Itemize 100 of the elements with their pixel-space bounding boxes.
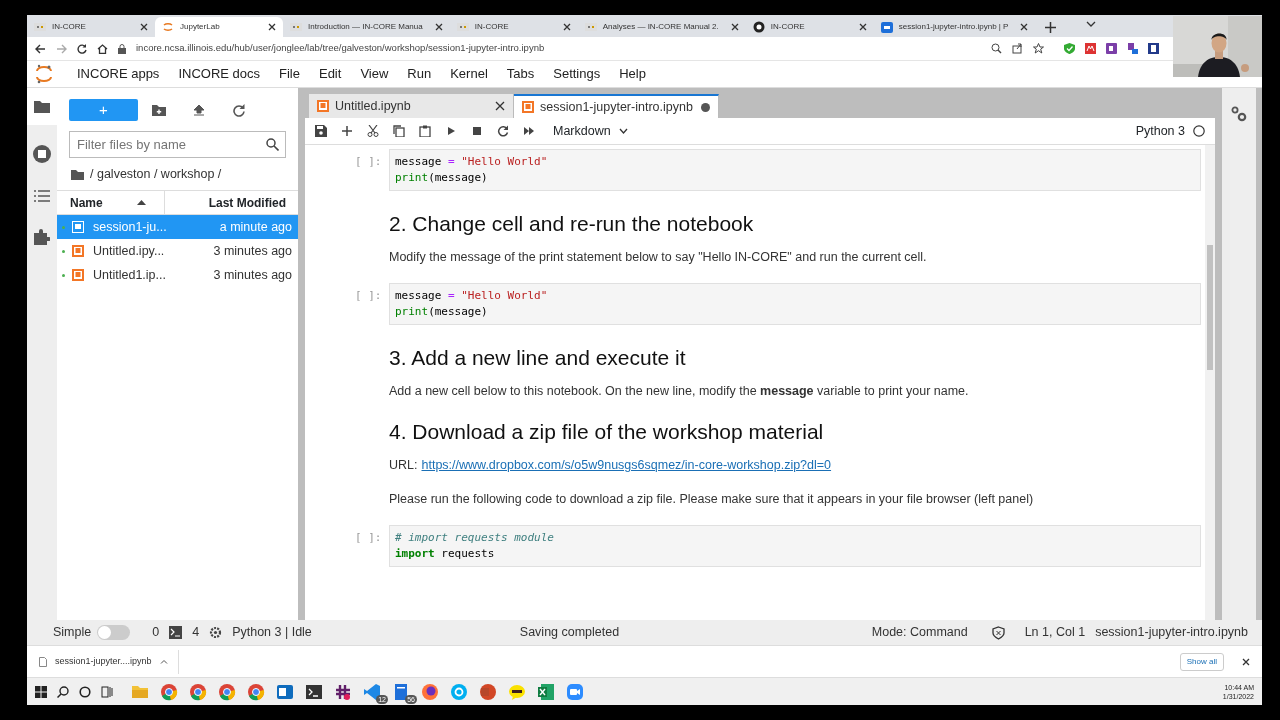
simple-toggle[interactable] [97,625,131,640]
hash-icon[interactable] [334,682,352,701]
plus-icon[interactable] [341,125,353,137]
plus-icon[interactable] [1045,21,1057,33]
page-icon [584,22,597,32]
file-row[interactable]: Untitled1.ip... 3 minutes ago [57,263,298,287]
browser-tab[interactable]: IN-CORE [745,17,874,37]
video-camera-icon[interactable] [566,682,584,701]
menu-item[interactable]: Run [407,64,432,84]
search-icon [266,138,279,151]
new-folder-icon[interactable] [152,103,166,117]
folder-icon[interactable] [71,168,84,180]
code-cell[interactable]: message = "Hello World" print(message) [389,283,1201,325]
spreadsheet-icon[interactable] [537,682,555,701]
puzzle-icon[interactable] [34,229,50,245]
home-icon[interactable] [97,43,108,54]
refresh-icon[interactable] [232,103,246,117]
url-link[interactable]: https://www.dropbox.com/s/o5w9nusgs6sqmez/in-core-workshop.zip?dl=0 [421,457,832,473]
kernel-name[interactable]: Python 3 [1135,121,1185,141]
file-row[interactable]: Untitled.ipy... 3 minutes ago [57,239,298,263]
address-field[interactable]: incore.ncsa.illinois.edu/hub/user/jonglee/lab/tree/galveston/workshop/session1-jupyter-intro.ipynb [136,41,981,56]
menu-item[interactable]: Settings [553,64,601,84]
column-header[interactable]: Name [57,191,165,214]
paste-icon[interactable] [419,125,431,137]
windows-icon[interactable] [35,685,47,698]
code-cell[interactable]: message = "Hello World" print(message) [389,149,1201,191]
list-icon[interactable] [34,190,50,202]
browser-tab[interactable]: JupyterLab [155,17,283,37]
code-cell[interactable]: # import requests module import requests [389,525,1201,567]
star-icon[interactable] [1033,43,1044,54]
extension-icon[interactable] [1148,43,1159,54]
menu-item[interactable]: Tabs [506,64,535,84]
search-icon[interactable] [57,685,69,698]
menu-item[interactable]: INCORE apps [77,64,160,84]
close-icon[interactable] [495,101,505,111]
column-header[interactable]: Last Modified [165,193,298,212]
menu-item[interactable]: File [279,64,300,84]
search-field[interactable]: Filter files by name [69,131,286,158]
scrollbar[interactable] [1205,145,1215,620]
close-icon[interactable] [1242,657,1250,666]
code-editor-icon[interactable] [363,682,381,701]
breadcrumb[interactable]: / galveston / workshop / [90,164,222,184]
notebook-tab[interactable]: Untitled.ipynb [309,94,514,118]
close-icon[interactable] [858,23,867,31]
browser-tab[interactable]: Introduction — IN-CORE Manua [283,17,450,37]
reload-icon[interactable] [77,43,87,54]
kernel-idle-icon [1193,125,1205,137]
shield-icon[interactable] [1064,43,1075,54]
task-view-icon[interactable] [101,685,113,698]
chevron-down-icon[interactable] [1086,21,1097,28]
save-icon[interactable] [315,125,327,137]
stop-icon[interactable] [471,125,483,137]
close-icon[interactable] [434,23,443,31]
circle-icon[interactable] [79,685,91,698]
show-all-button[interactable]: Show all [1179,652,1224,671]
unsaved-dot-icon [701,102,710,112]
cell-paragraph: Please run the following code to download a zip file. Please make sure that it appears in your file browser (left panel) [389,491,1035,507]
cell-heading: 4. Download a zip file of the workshop material [389,419,825,445]
gears-icon[interactable] [1231,106,1247,122]
extension-icon[interactable] [1127,43,1138,54]
browser-tab[interactable]: IN-CORE [27,17,155,37]
browser-tab[interactable]: IN-CORE [449,17,578,37]
page-icon [456,22,469,32]
cell-type-dropdown[interactable]: Markdown [553,121,628,141]
share-icon[interactable] [1012,43,1023,54]
terminal-icon[interactable] [305,682,323,701]
cursor-position: Ln 1, Col 1 [1024,624,1086,642]
close-icon[interactable] [268,23,276,31]
lock-icon [118,43,126,54]
menu-item[interactable]: INCORE docs [178,64,260,84]
menu-item[interactable]: Kernel [450,64,488,84]
upload-icon[interactable] [192,103,206,117]
stop-icon[interactable] [33,145,51,163]
download-item[interactable]: session1-jupyter....ipynb [39,649,179,674]
notebook-icon[interactable] [1106,43,1117,54]
copy-icon[interactable] [393,125,405,137]
file-modified: 3 minutes ago [213,242,292,260]
notebook-icon [72,221,84,233]
menu-item[interactable]: View [360,64,389,84]
logo-icon [35,64,53,84]
play-icon[interactable] [445,125,457,137]
browser-tab[interactable]: Analyses — IN-CORE Manual 2. [577,17,746,37]
close-icon[interactable] [730,23,739,31]
menu-item[interactable]: Edit [318,64,342,84]
close-icon[interactable] [1020,23,1029,31]
zoom-icon[interactable] [991,43,1002,54]
notebook-tab[interactable]: session1-jupyter-intro.ipynb [514,94,719,118]
mail-icon[interactable] [276,682,294,701]
scissors-icon[interactable] [367,125,379,137]
folder-icon[interactable] [34,100,50,113]
column-label: Name [70,194,103,212]
browser-tab[interactable]: session1-jupyter-intro.ipynb | P [873,17,1036,37]
restart-icon[interactable] [497,125,509,137]
back-icon[interactable] [35,43,46,54]
close-icon[interactable] [140,23,148,31]
cell-prompt: [ ]: [355,288,383,304]
fast-forward-icon[interactable] [523,125,535,137]
chat-icon[interactable] [508,682,526,701]
menu-item[interactable]: Help [619,64,646,84]
close-icon[interactable] [562,23,571,31]
